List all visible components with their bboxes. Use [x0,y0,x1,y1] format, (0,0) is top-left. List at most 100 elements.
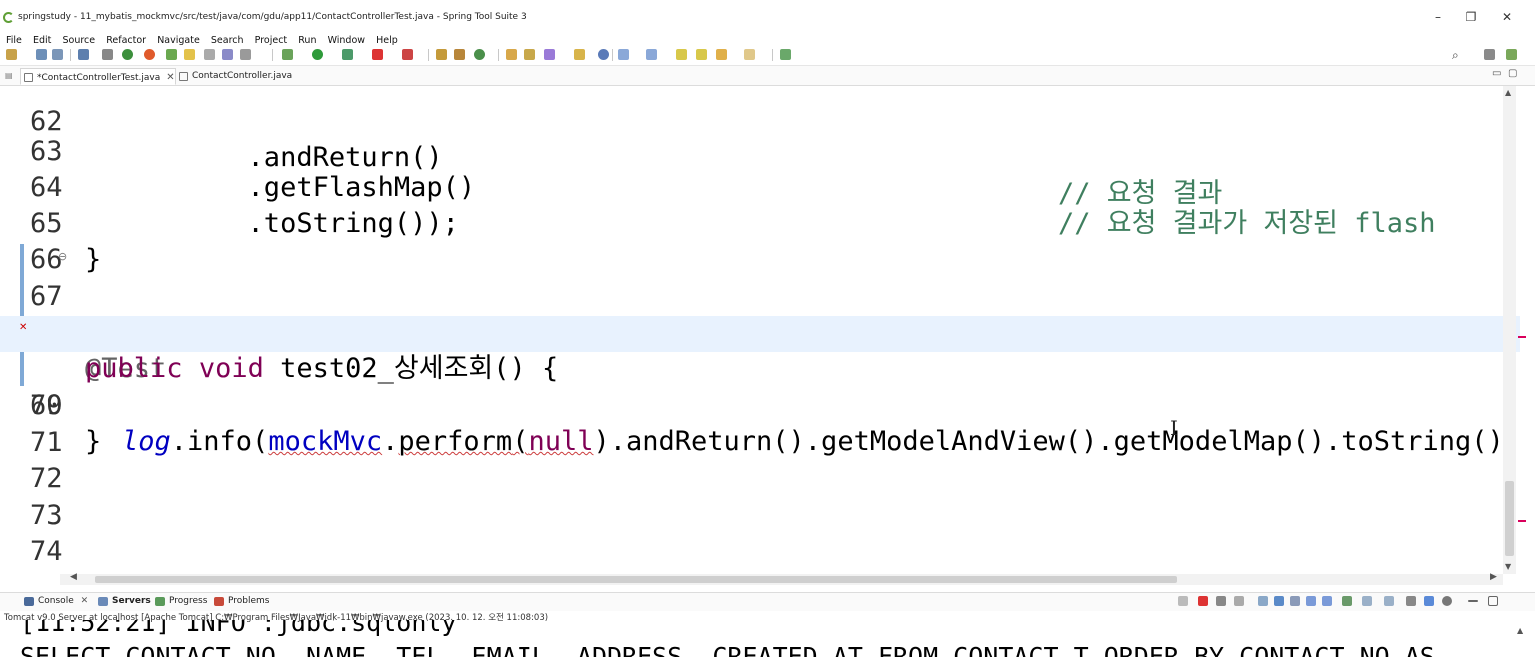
new-java-project-icon[interactable] [436,49,447,60]
show-stderr-icon[interactable] [1322,596,1332,606]
view-menu-icon[interactable]: ▤ [5,71,13,80]
scroll-up-icon[interactable]: ▲ [1505,88,1511,97]
remove-launch-icon[interactable] [1178,596,1188,606]
overview-error-marker[interactable] [1518,520,1526,522]
forward-icon[interactable] [744,49,755,60]
code-editor[interactable]: 62 .andReturn() // 요청 결과 63 .getFlashMap… [0,86,1520,574]
tab-contact-controller-test[interactable]: *ContactControllerTest.java ✕ [20,68,176,85]
code-line-69: ✕ 69 log.info(mockMvc.perform(null).andR… [0,316,1520,457]
word-wrap-icon[interactable] [1290,596,1300,606]
link-icon[interactable] [204,49,215,60]
code-line-71: 71 [30,427,63,458]
spring-tool-suite-icon [3,12,14,23]
next-annotation-icon[interactable] [618,49,629,60]
gear-icon[interactable] [1442,596,1452,606]
scroll-right-icon[interactable]: ▶ [1490,572,1497,582]
external-tools-icon[interactable] [402,49,413,60]
debug-icon[interactable] [282,49,293,60]
minimize-editor-icon[interactable]: ▭ [1492,68,1501,79]
globe-icon[interactable] [598,49,609,60]
console-tab-bar: Console ✕ Servers Progress Problems [0,592,1535,611]
last-edit-icon[interactable] [676,49,687,60]
console-line: [11:52:21] INFO :jdbc.sqlonly [20,620,457,637]
coverage-icon[interactable] [342,49,353,60]
code-line-70: 70 } [30,390,102,457]
spring-icon[interactable] [166,49,177,60]
search-icon[interactable]: ⌕ [1452,48,1459,63]
minimize-panel-icon[interactable] [1468,600,1478,602]
prev-annotation-icon[interactable] [646,49,657,60]
back-history-icon[interactable] [696,49,707,60]
highlight-icon[interactable] [184,49,195,60]
restore-button[interactable]: ❐ [1461,10,1481,24]
new-icon[interactable] [6,49,17,60]
close-console-icon[interactable]: ✕ [81,596,89,606]
close-tab-icon[interactable]: ✕ [166,72,174,83]
code-line-67: 67 ⊖ @Test [0,243,1520,384]
vertical-scrollbar[interactable]: ▲ ▼ [1503,86,1516,574]
display-console-icon[interactable] [1362,596,1372,606]
tab-progress[interactable]: Progress [155,596,207,606]
open-type-icon[interactable] [506,49,517,60]
fold-toggle-icon[interactable]: ⊖ [58,239,67,275]
code-line-74: 74 [30,536,63,567]
progress-icon [155,597,165,606]
spring-perspective-icon[interactable] [1506,49,1517,60]
console-output[interactable]: [11:52:21] INFO :jdbc.sqlonly SELECT CON… [0,620,1520,657]
print-icon[interactable] [78,49,89,60]
tab-problems[interactable]: Problems [214,596,269,606]
code-line-72: 72 [30,463,63,494]
tab-contact-controller[interactable]: ContactController.java [176,68,292,85]
open-console-icon[interactable] [1384,596,1394,606]
open-perspective-icon[interactable] [1484,49,1495,60]
search-tool-icon[interactable] [544,49,555,60]
editor-tab-bar: ▤ *ContactControllerTest.java ✕ ContactCo… [0,66,1535,86]
terminate-icon[interactable] [1198,596,1208,606]
stop-icon[interactable] [372,49,383,60]
console-icon [24,597,34,606]
error-marker-icon[interactable]: ✕ [19,310,27,346]
console-scroll-up-icon[interactable]: ▲ [1517,626,1523,635]
horizontal-scroll-thumb[interactable] [95,576,1177,583]
pin-console-icon[interactable] [1342,596,1352,606]
scroll-down-icon[interactable]: ▼ [1505,562,1511,571]
scroll-left-icon[interactable]: ◀ [70,572,77,582]
toggle-icon[interactable] [102,49,113,60]
clear-console-icon[interactable] [1258,596,1268,606]
remove-all-icon[interactable] [1234,596,1244,606]
pin-editor-icon[interactable] [780,49,791,60]
tab-servers[interactable]: Servers [98,596,151,606]
maximize-editor-icon[interactable]: ▢ [1508,68,1517,79]
java-file-icon [24,73,33,82]
maximize-panel-icon[interactable] [1488,596,1498,606]
minimize-button[interactable]: – [1428,10,1448,24]
refresh-icon[interactable] [144,49,155,60]
vertical-scroll-thumb[interactable] [1505,481,1514,556]
horizontal-scrollbar[interactable]: ◀ ▶ [60,572,1503,585]
close-button[interactable]: ✕ [1497,10,1517,24]
scroll-lock-icon[interactable] [1274,596,1284,606]
show-stdout-icon[interactable] [1306,596,1316,606]
overview-error-marker[interactable] [1518,336,1526,338]
main-toolbar: ⌕ [0,44,1535,66]
run-icon[interactable] [312,49,323,60]
servers-icon [98,597,108,606]
debug-server-icon[interactable] [122,49,133,60]
block-icon[interactable] [222,49,233,60]
tab-console[interactable]: Console ✕ [24,596,88,606]
whitespace-icon[interactable] [240,49,251,60]
annotation-icon[interactable] [574,49,585,60]
copy-icon[interactable] [1406,596,1416,606]
save-icon[interactable] [36,49,47,60]
new-class-icon[interactable] [474,49,485,60]
back-icon[interactable] [716,49,727,60]
open-task-icon[interactable] [524,49,535,60]
problems-icon [214,597,224,606]
console-line: SELECT CONTACT_NO, NAME, TEL, EMAIL, ADD… [20,642,1435,657]
code-line-75: 75 [0,535,1520,574]
remove-icon[interactable] [1216,596,1226,606]
link-console-icon[interactable] [1424,596,1434,606]
new-package-icon[interactable] [454,49,465,60]
save-all-icon[interactable] [52,49,63,60]
code-line-63: 63 .getFlashMap() // 요청 결과가 저장된 flash [30,136,1436,239]
